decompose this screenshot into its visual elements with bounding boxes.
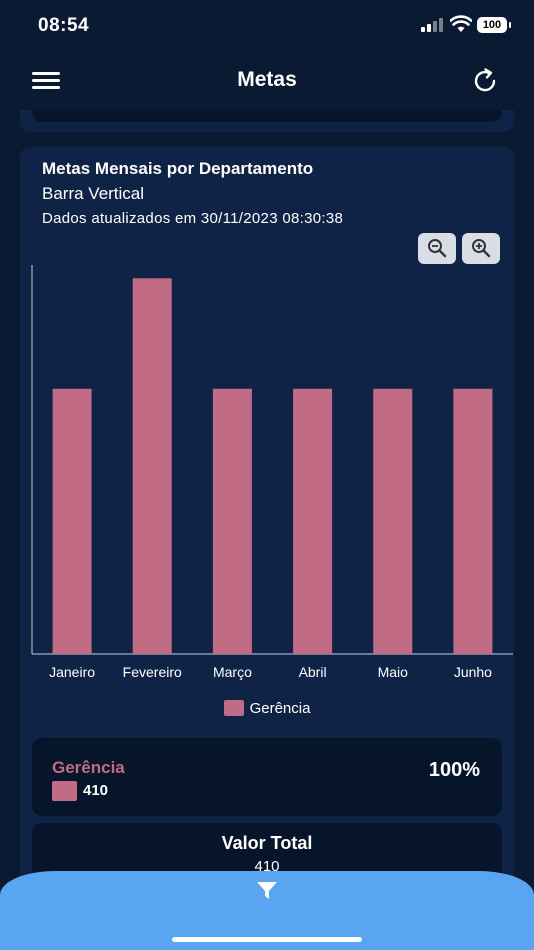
series-swatch	[52, 781, 77, 801]
x-tick-label: Maio	[378, 664, 409, 680]
previous-card	[20, 110, 514, 132]
bar-chart: Janeiro Fevereiro Março Abril Maio Junho	[31, 265, 513, 680]
chart-subtitle: Barra Vertical	[42, 184, 145, 203]
signal-icon	[421, 18, 447, 32]
total-label: Valor Total	[221, 833, 313, 853]
chart-card: Metas Mensais por Departamento Barra Ver…	[20, 147, 514, 950]
status-bar: 08:54 100	[0, 0, 534, 52]
app-header: Metas	[0, 52, 534, 110]
battery-icon: 100	[477, 17, 511, 33]
chart-legend[interactable]: Gerência	[20, 700, 514, 717]
status-time: 08:54	[38, 15, 90, 36]
x-tick-label: Março	[213, 664, 252, 680]
series-summary-card: Gerência 410 100%	[32, 738, 502, 816]
x-tick-label: Janeiro	[49, 664, 95, 680]
bar-2[interactable]	[132, 278, 172, 654]
bar-1[interactable]	[52, 388, 92, 654]
refresh-icon[interactable]	[470, 66, 500, 96]
x-tick-label: Abril	[299, 664, 327, 680]
series-percent: 100%	[428, 759, 480, 781]
wifi-icon	[450, 15, 472, 32]
series-name: Gerência	[52, 758, 125, 777]
zoom-out-icon	[428, 239, 447, 258]
page-title: Metas	[237, 68, 297, 91]
legend-swatch	[223, 700, 244, 716]
bar-5[interactable]	[373, 388, 413, 654]
filter-icon	[257, 882, 277, 899]
home-indicator	[172, 937, 362, 942]
updated-timestamp: Dados atualizados em 30/11/2023 08:30:38	[42, 210, 344, 227]
zoom-in-icon	[472, 239, 491, 258]
previous-card-inner	[32, 110, 502, 122]
chart-title: Metas Mensais por Departamento	[42, 159, 314, 178]
x-tick-label: Fevereiro	[123, 664, 182, 680]
bar-4[interactable]	[293, 388, 333, 654]
bar-3[interactable]	[212, 388, 252, 654]
bar-6[interactable]	[453, 388, 493, 654]
legend-label: Gerência	[249, 700, 311, 717]
x-tick-label: Junho	[454, 664, 492, 680]
series-value: 410	[83, 782, 109, 799]
